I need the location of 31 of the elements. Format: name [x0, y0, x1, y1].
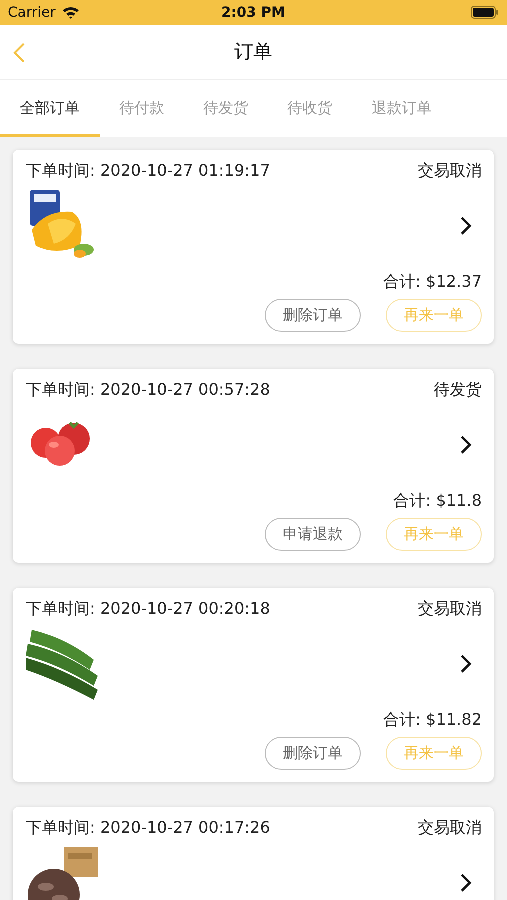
tab[interactable]: 退款订单 [352, 80, 452, 137]
carrier-label: Carrier [8, 4, 56, 20]
tab[interactable]: 待发货 [184, 80, 268, 137]
chevron-right-icon[interactable] [460, 873, 472, 893]
order-action-button[interactable]: 删除订单 [265, 737, 361, 770]
wifi-icon [62, 6, 80, 19]
chevron-right-icon[interactable] [460, 435, 472, 455]
chevron-right-icon[interactable] [460, 216, 472, 236]
tab[interactable]: 待付款 [100, 80, 184, 137]
battery-icon [471, 6, 499, 19]
page-title: 订单 [234, 40, 272, 65]
order-status: 交易取消 [418, 818, 482, 839]
order-total: 合计: $12.37 [384, 272, 482, 293]
reorder-button[interactable]: 再来一单 [386, 299, 482, 332]
order-time: 下单时间: 2020-10-27 00:17:26 [26, 818, 270, 839]
order-status: 交易取消 [418, 161, 482, 182]
order-status: 交易取消 [418, 599, 482, 620]
clock-time: 2:03 PM [222, 4, 286, 20]
reorder-button[interactable]: 再来一单 [386, 737, 482, 770]
chevron-right-icon[interactable] [460, 654, 472, 674]
order-time: 下单时间: 2020-10-27 00:57:28 [26, 380, 270, 401]
reorder-button[interactable]: 再来一单 [386, 518, 482, 551]
order-time: 下单时间: 2020-10-27 00:20:18 [26, 599, 270, 620]
order-total: 合计: $11.8 [394, 491, 482, 512]
order-total: 合计: $11.82 [384, 710, 482, 731]
tab[interactable]: 全部订单 [0, 80, 100, 137]
order-action-button[interactable]: 申请退款 [265, 518, 361, 551]
order-time: 下单时间: 2020-10-27 01:19:17 [26, 161, 270, 182]
order-action-button[interactable]: 删除订单 [265, 299, 361, 332]
order-status: 待发货 [434, 380, 482, 401]
tab[interactable]: 待收货 [268, 80, 352, 137]
